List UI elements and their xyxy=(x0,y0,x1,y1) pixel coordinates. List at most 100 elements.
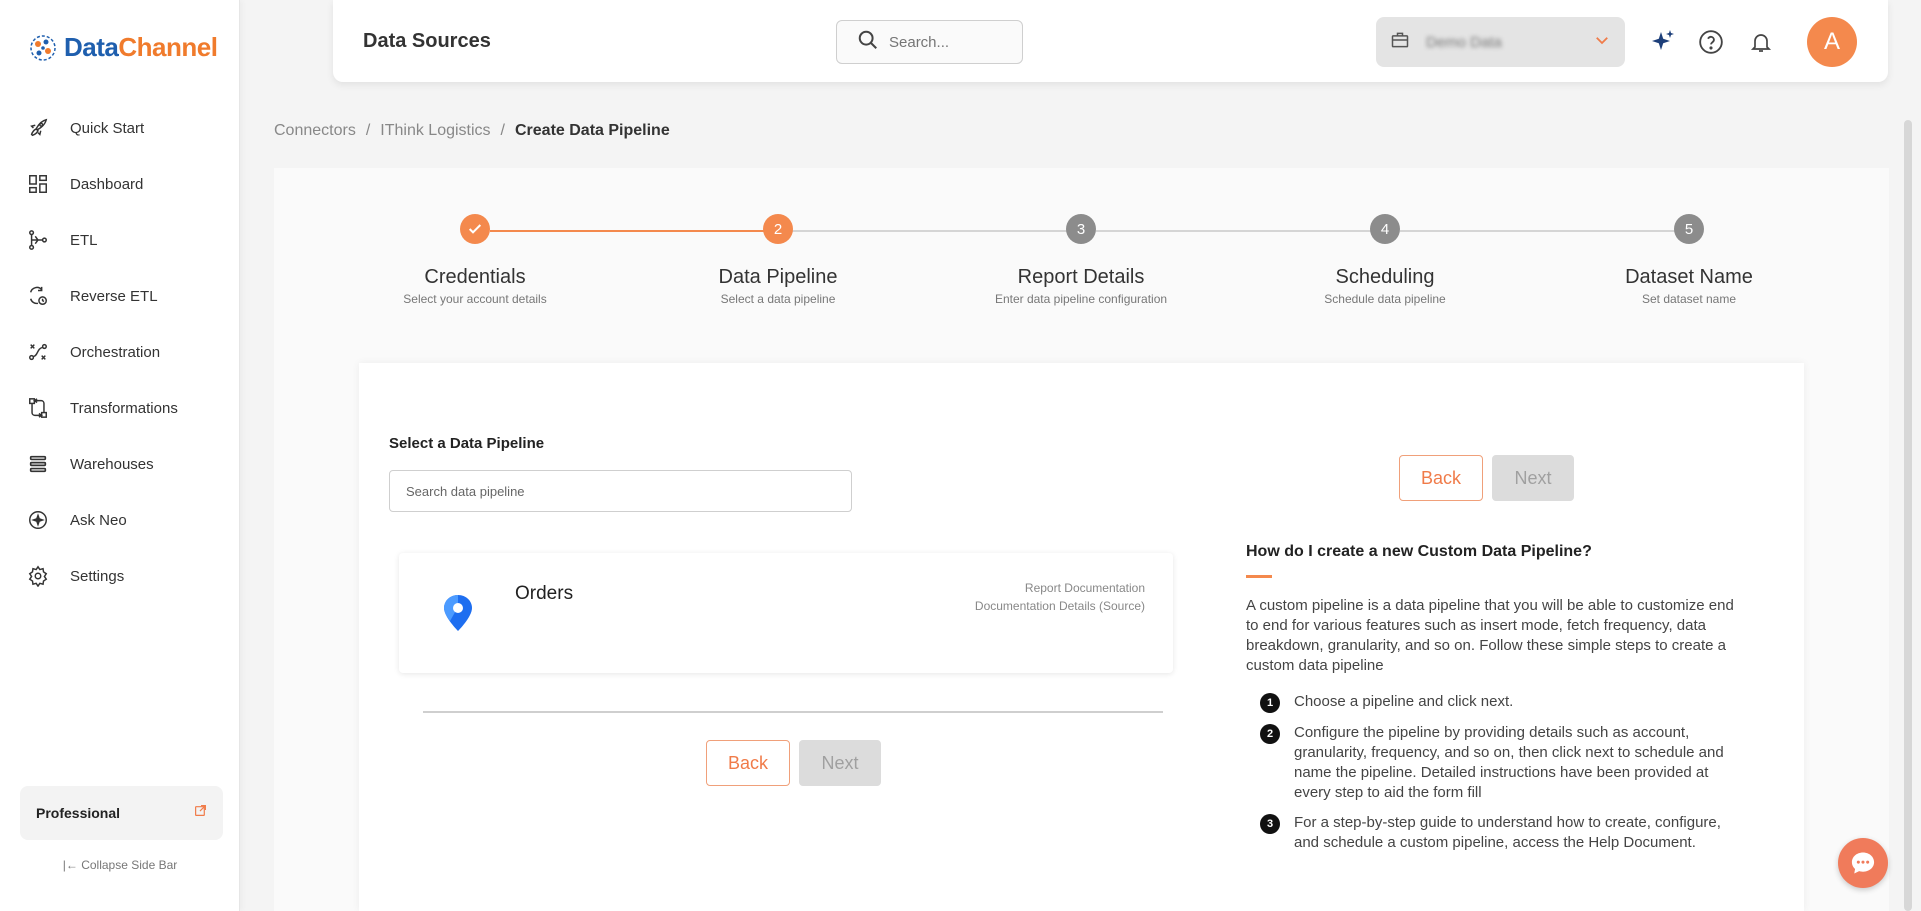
sidebar-item-label: Ask Neo xyxy=(70,511,127,529)
datachannel-logo-icon xyxy=(30,34,56,61)
workspace-name: Demo Data xyxy=(1426,33,1502,51)
help-accent-bar xyxy=(1246,575,1272,578)
breadcrumb-separator: / xyxy=(365,122,371,139)
help-step-text: For a step-by-step guide to understand h… xyxy=(1294,814,1721,851)
search-icon xyxy=(857,29,879,56)
step-1-check-icon xyxy=(460,214,490,244)
sidebar-item-reverse-etl[interactable]: Reverse ETL xyxy=(26,268,226,324)
step-2-subtitle: Select a data pipeline xyxy=(720,292,836,306)
step-5-title: Dataset Name xyxy=(1625,266,1753,288)
sidebar-item-label: Warehouses xyxy=(70,455,154,473)
dashboard-icon xyxy=(26,172,50,196)
sidebar: DataChannel Quick Start Dashboard ETL Re… xyxy=(0,0,240,911)
help-panel: How do I create a new Custom Data Pipeli… xyxy=(1246,543,1746,853)
step-connector xyxy=(490,230,772,232)
sidebar-item-quick-start[interactable]: Quick Start xyxy=(26,100,226,156)
breadcrumb-item-connectors[interactable]: Connectors xyxy=(274,122,356,140)
orchestration-icon xyxy=(26,340,50,364)
sidebar-item-label: Settings xyxy=(70,567,125,585)
bell-icon[interactable] xyxy=(1747,28,1775,56)
sidebar-item-label: Dashboard xyxy=(70,175,144,193)
collapse-arrow-icon: |← xyxy=(62,858,78,872)
sidebar-item-settings[interactable]: Settings xyxy=(26,548,226,604)
transformations-icon xyxy=(26,396,50,420)
sidebar-item-etl[interactable]: ETL xyxy=(26,212,226,268)
help-step-text: Configure the pipeline by providing deta… xyxy=(1294,724,1724,801)
collapse-sidebar-button[interactable]: |← Collapse Side Bar xyxy=(0,858,240,872)
step-4-title: Scheduling xyxy=(1335,266,1435,288)
briefcase-icon xyxy=(1390,30,1410,55)
logo[interactable]: DataChannel xyxy=(28,32,218,63)
help-step-text: Choose a pipeline and click next. xyxy=(1294,693,1514,710)
help-step: 1 Choose a pipeline and click next. xyxy=(1260,692,1746,713)
sidebar-item-label: Quick Start xyxy=(70,119,145,137)
page-title: Data Sources xyxy=(363,30,491,52)
user-avatar[interactable]: A xyxy=(1807,17,1857,67)
sidebar-nav: Quick Start Dashboard ETL Reverse ETL Or… xyxy=(26,100,226,604)
step-5-subtitle: Set dataset name xyxy=(1641,292,1737,306)
sidebar-item-dashboard[interactable]: Dashboard xyxy=(26,156,226,212)
help-step-number: 1 xyxy=(1260,693,1280,713)
plan-name: Professional xyxy=(36,805,121,821)
step-connector xyxy=(1096,230,1378,232)
reverse-etl-icon xyxy=(26,284,50,308)
pipeline-name: Orders xyxy=(515,583,574,604)
sidebar-item-warehouses[interactable]: Warehouses xyxy=(26,436,226,492)
warehouses-icon xyxy=(26,452,50,476)
sidebar-item-label: Orchestration xyxy=(70,343,161,361)
breadcrumb-current: Create Data Pipeline xyxy=(515,122,670,139)
report-documentation-link[interactable]: Report Documentation xyxy=(1025,581,1145,595)
pipeline-selection-card: Select a Data Pipeline Back Next Orders … xyxy=(359,363,1804,911)
search-input[interactable] xyxy=(889,33,1009,51)
help-step: 3 For a step-by-step guide to understand… xyxy=(1260,813,1746,853)
back-button-bottom[interactable]: Back xyxy=(706,740,790,786)
pipeline-option-orders[interactable]: Orders Report Documentation Documentatio… xyxy=(399,553,1173,673)
sidebar-item-transformations[interactable]: Transformations xyxy=(26,380,226,436)
sidebar-item-ask-neo[interactable]: Ask Neo xyxy=(26,492,226,548)
sparkle-ai-icon[interactable] xyxy=(1649,28,1677,56)
breadcrumb-separator: / xyxy=(500,122,505,139)
brand-name: DataChannel xyxy=(64,32,218,62)
step-2-title: Data Pipeline xyxy=(718,266,838,288)
gear-icon xyxy=(26,564,50,588)
step-3-marker: 3 xyxy=(1066,214,1096,244)
help-icon[interactable] xyxy=(1697,28,1725,56)
chat-button[interactable] xyxy=(1838,838,1888,888)
location-pin-icon xyxy=(444,595,472,631)
chevron-down-icon xyxy=(1593,31,1611,54)
workspace-selector[interactable]: Demo Data xyxy=(1376,17,1625,67)
step-2-marker: 2 xyxy=(763,214,793,244)
breadcrumb: Connectors / IThink Logistics / Create D… xyxy=(274,122,670,140)
rocket-icon xyxy=(26,116,50,140)
external-link-icon[interactable] xyxy=(194,804,207,822)
step-1-subtitle: Select your account details xyxy=(403,292,547,306)
step-4-marker: 4 xyxy=(1370,214,1400,244)
step-4-subtitle: Schedule data pipeline xyxy=(1324,292,1446,306)
sidebar-item-orchestration[interactable]: Orchestration xyxy=(26,324,226,380)
pipeline-search-input[interactable] xyxy=(389,470,852,512)
select-pipeline-label: Select a Data Pipeline xyxy=(389,435,545,452)
global-search[interactable] xyxy=(836,20,1023,64)
sidebar-item-label: Reverse ETL xyxy=(70,287,158,305)
sidebar-item-label: Transformations xyxy=(70,399,178,417)
next-button-bottom[interactable]: Next xyxy=(799,740,881,786)
help-description: A custom pipeline is a data pipeline tha… xyxy=(1246,597,1734,674)
breadcrumb-item-ithink-logistics[interactable]: IThink Logistics xyxy=(380,122,490,140)
back-button-top[interactable]: Back xyxy=(1399,455,1483,501)
next-button-top[interactable]: Next xyxy=(1492,455,1574,501)
step-5-marker: 5 xyxy=(1674,214,1704,244)
help-title: How do I create a new Custom Data Pipeli… xyxy=(1246,543,1592,560)
step-1-title: Credentials xyxy=(424,266,526,288)
collapse-sidebar-label: Collapse Side Bar xyxy=(81,858,178,872)
help-step-number: 3 xyxy=(1260,814,1280,834)
plan-badge[interactable]: Professional xyxy=(20,786,223,840)
help-step-number: 2 xyxy=(1260,724,1280,744)
documentation-details-link[interactable]: Documentation Details (Source) xyxy=(975,599,1145,613)
step-3-title: Report Details xyxy=(1017,266,1145,288)
page-scrollbar[interactable] xyxy=(1904,120,1912,911)
etl-icon xyxy=(26,228,50,252)
ask-neo-icon xyxy=(26,508,50,532)
top-bar: Data Sources Demo Data A xyxy=(333,0,1888,82)
help-step: 2 Configure the pipeline by providing de… xyxy=(1260,723,1746,803)
chat-bubble-icon xyxy=(1851,852,1875,874)
